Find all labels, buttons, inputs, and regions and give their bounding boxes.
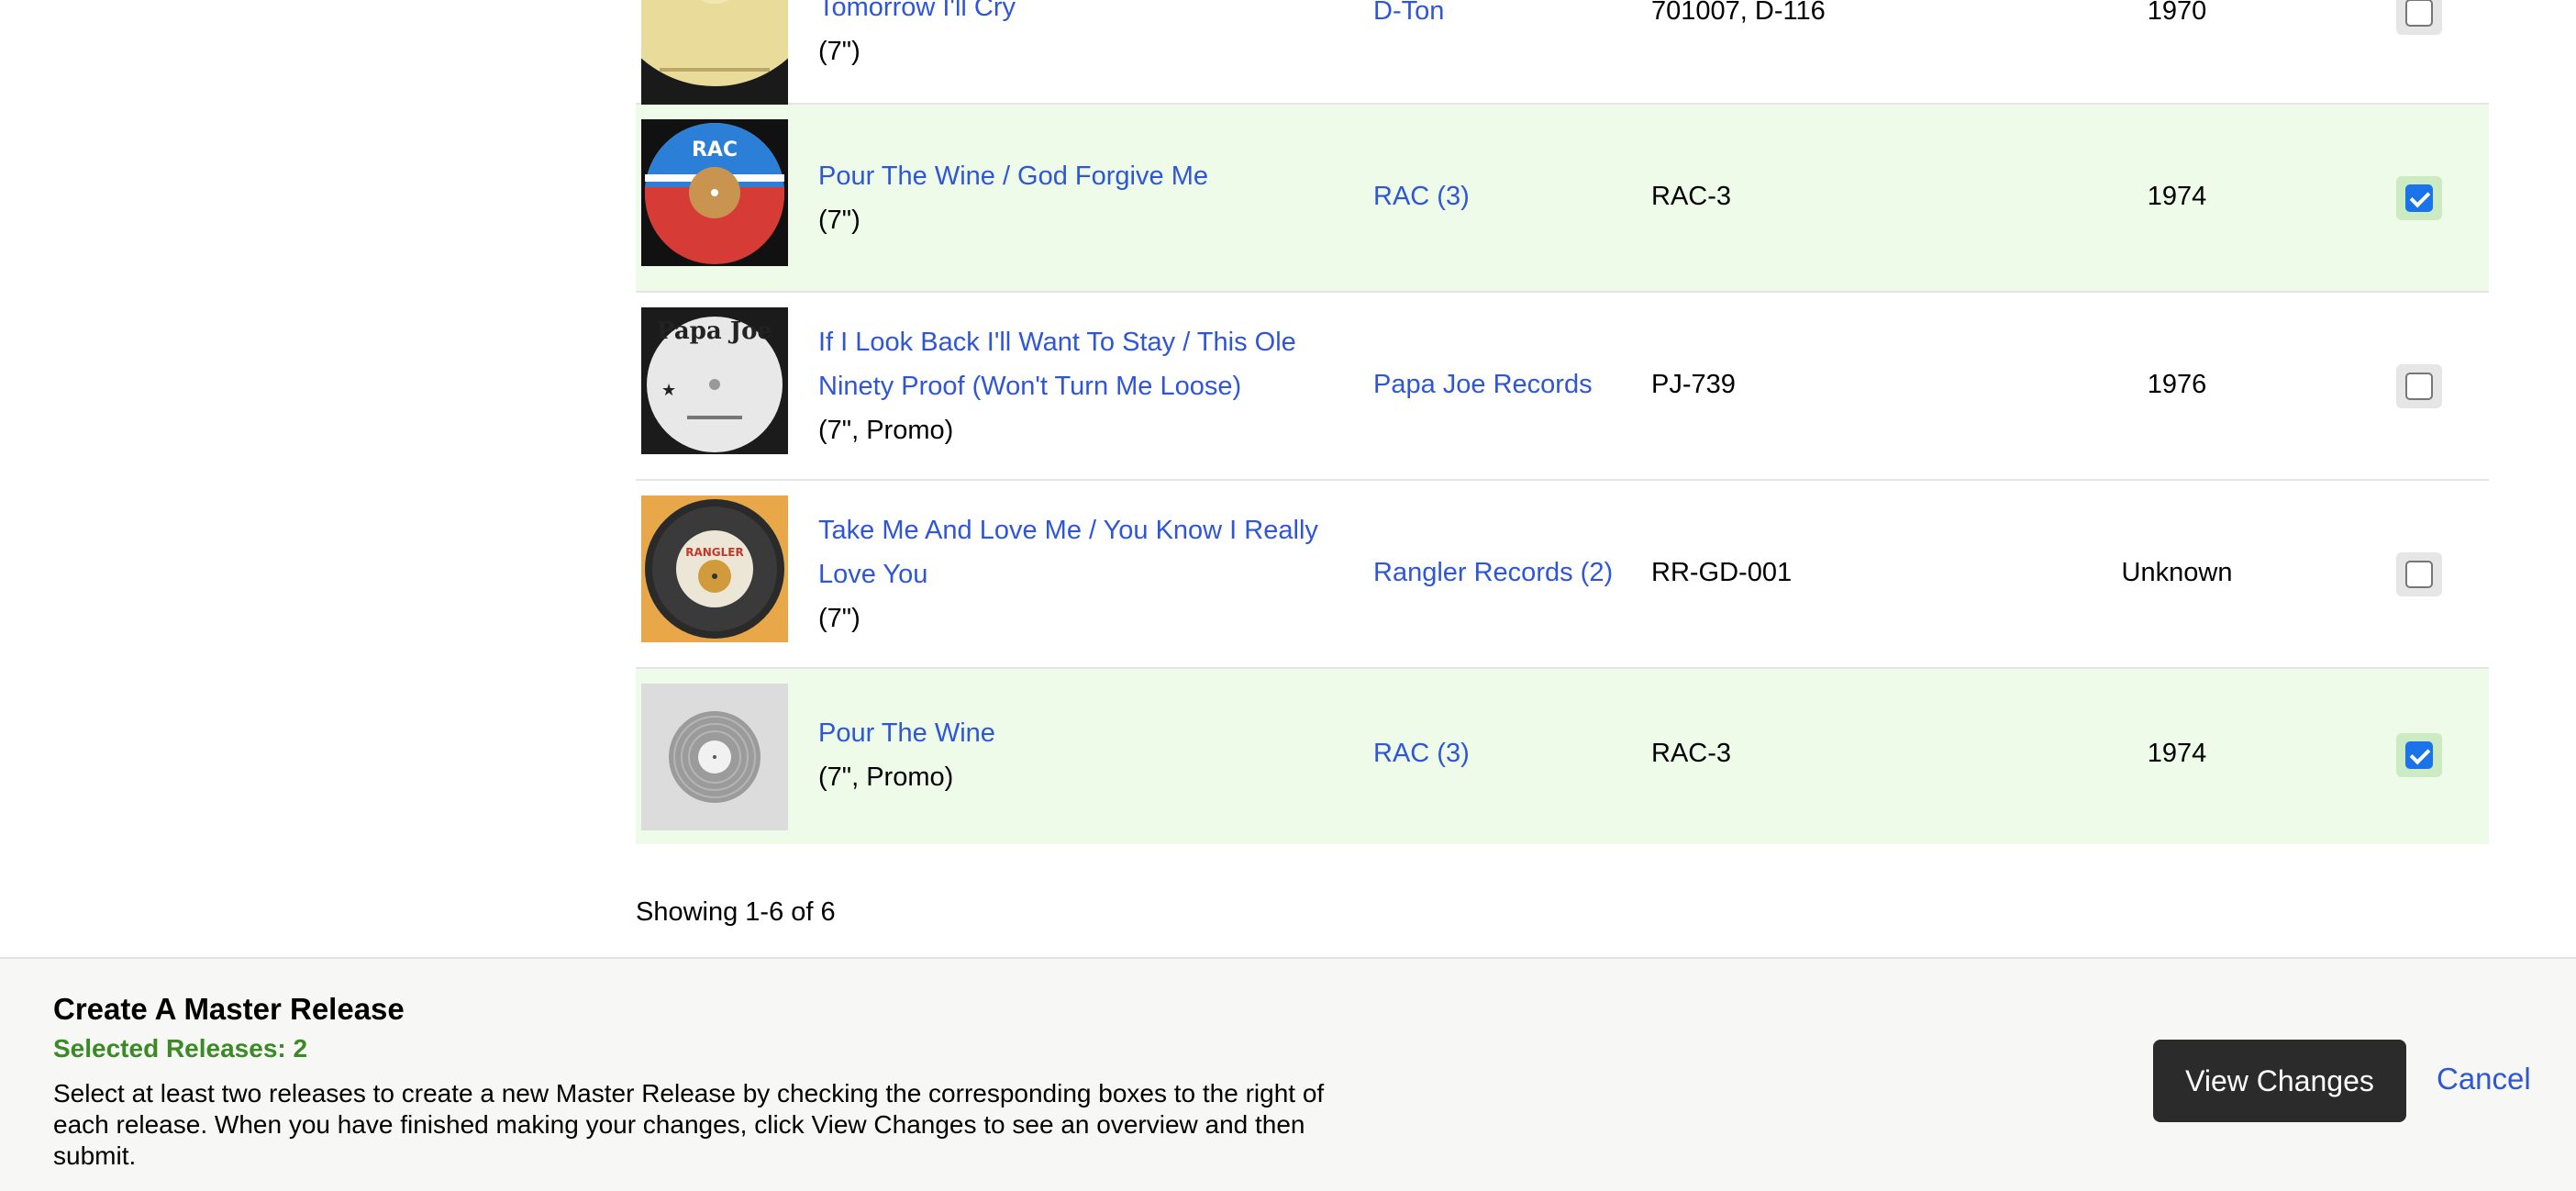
table-row: RAC Pour The Wine / God Forgive Me (7") … [636,105,2489,293]
panel-description: Select at least two releases to create a… [53,1079,1325,1170]
release-select-checkbox[interactable] [2405,561,2433,588]
panel-title: Create A Master Release [53,992,405,1026]
pagination-summary: Showing 1-6 of 6 [636,897,836,927]
release-title-link[interactable]: Tomorrow I'll Cry [818,0,1341,29]
release-catalog-number: RR-GD-001 [1651,558,1793,587]
table-row: Papa Joe ★ If I Look Back I'll Want To S… [636,293,2489,481]
release-cover-image[interactable]: RANGLER [641,495,788,642]
release-title-cell: Pour The Wine (7", Promo) [818,711,1341,799]
release-title-line: If I Look Back I'll Want To Stay / This … [818,328,1296,357]
release-title-link[interactable]: Take Me And Love Me / You Know I Really … [818,508,1341,596]
release-year: 1976 [2147,370,2207,399]
release-format: (7", Promo) [818,762,954,792]
release-year: Unknown [2121,558,2233,587]
release-title-cell: Tomorrow I'll Cry (7") [818,0,1341,73]
table-row: Tomorrow I'll Cry (7") D-Ton 701007, D-1… [636,0,2489,105]
release-catalog-number: PJ-739 [1651,370,1736,399]
release-label-link[interactable]: Papa Joe Records [1373,370,1593,400]
release-catalog-number: RAC-3 [1651,182,1732,211]
release-year: 1970 [2147,0,2207,26]
release-select-cell [2396,364,2442,408]
release-title-cell: Take Me And Love Me / You Know I Really … [818,508,1341,640]
release-cover-image[interactable] [641,684,788,830]
create-master-release-panel: Create A Master Release Selected Release… [0,957,2576,1191]
release-year: 1974 [2147,182,2207,211]
release-select-checkbox[interactable] [2405,0,2433,27]
release-label-link[interactable]: D-Ton [1373,0,1444,27]
release-title-line: Take Me And Love Me / You Know I Really [818,516,1318,545]
release-select-cell [2396,0,2442,35]
vinyl-placeholder-icon [641,684,788,830]
release-title-cell: Pour The Wine / God Forgive Me (7") [818,154,1341,242]
release-select-checkbox[interactable] [2405,373,2433,400]
release-title-line: Ninety Proof (Won't Turn Me Loose) [818,372,1242,401]
release-title-cell: If I Look Back I'll Want To Stay / This … [818,320,1341,452]
cover-text: RANGLER [685,546,744,559]
release-cover-image[interactable] [641,0,788,105]
cancel-link[interactable]: Cancel [2437,1062,2531,1096]
release-title-link[interactable]: Pour The Wine / God Forgive Me [818,154,1341,198]
release-format: (7") [818,37,861,66]
release-select-checkbox[interactable] [2405,741,2433,769]
release-select-checkbox[interactable] [2405,184,2433,212]
table-row: RANGLER Take Me And Love Me / You Know I… [636,481,2489,669]
release-format: (7") [818,604,861,633]
release-label-link[interactable]: RAC (3) [1373,182,1470,212]
svg-text:RAC: RAC [692,139,738,161]
release-select-cell [2396,733,2442,777]
release-title-link[interactable]: Pour The Wine [818,711,1341,755]
table-row: Pour The Wine (7", Promo) RAC (3) RAC-3 … [636,669,2489,844]
view-changes-button[interactable]: View Changes [2153,1040,2406,1122]
release-select-cell [2396,176,2442,220]
release-cover-image[interactable]: RAC [641,119,788,266]
release-label-link[interactable]: Rangler Records (2) [1373,558,1613,588]
release-cover-image[interactable]: Papa Joe ★ [641,307,788,454]
release-select-cell [2396,552,2442,596]
release-format: (7") [818,206,861,235]
svg-text:★: ★ [661,381,676,400]
release-label-link[interactable]: RAC (3) [1373,739,1470,769]
release-format: (7", Promo) [818,416,954,445]
release-year: 1974 [2147,739,2207,768]
selected-releases-count: Selected Releases: 2 [53,1034,308,1063]
release-title-link[interactable]: If I Look Back I'll Want To Stay / This … [818,320,1341,408]
cover-text: Papa Joe [657,317,772,345]
page: Tomorrow I'll Cry (7") D-Ton 701007, D-1… [0,0,2576,1191]
release-catalog-number: 701007, D-116 [1651,0,1826,26]
release-title-line: Love You [818,560,928,589]
release-catalog-number: RAC-3 [1651,739,1732,768]
